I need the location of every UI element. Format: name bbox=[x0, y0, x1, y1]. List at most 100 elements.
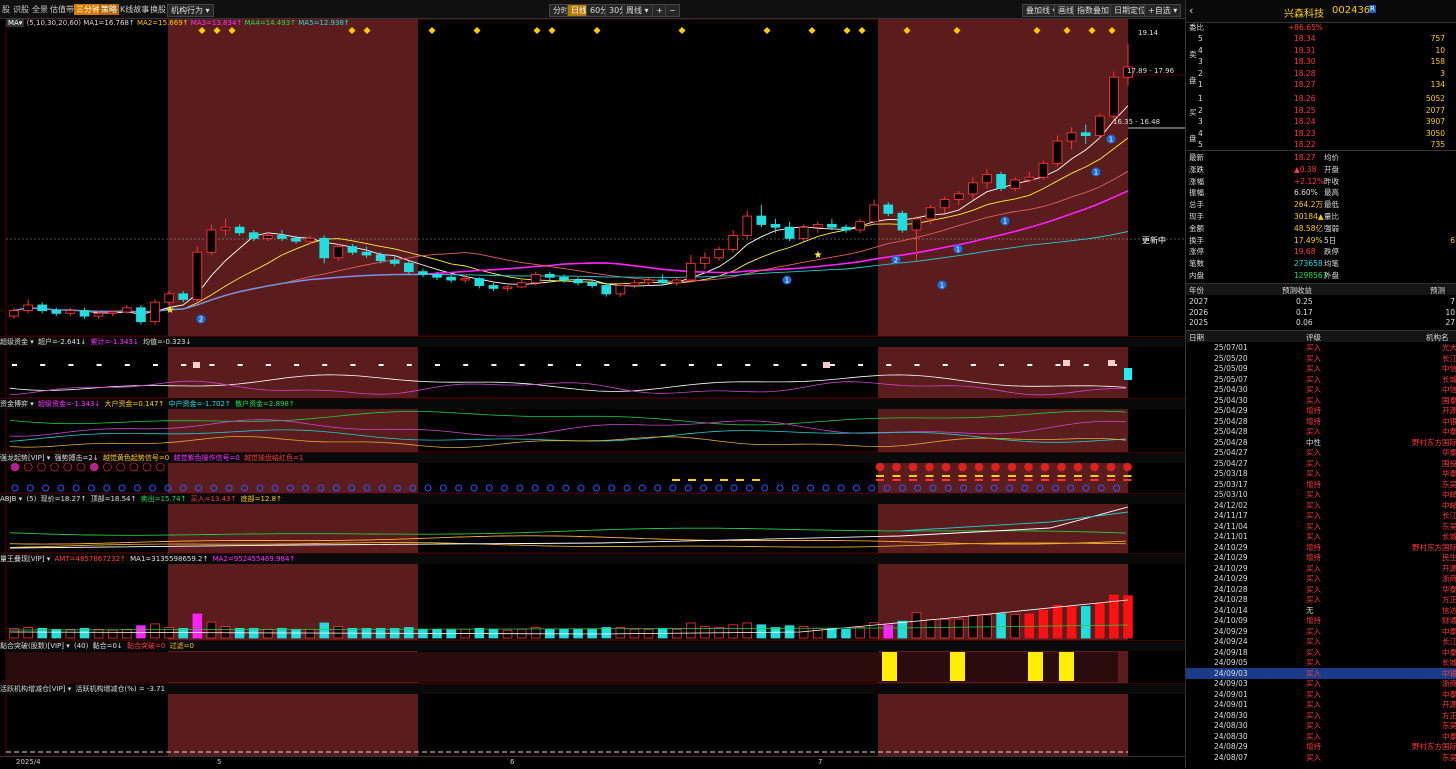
panel-super-fund: 超级资金 ▾ 超户=-2.641↓ 累计=-1.343↓ 均值=-0.323↓ bbox=[0, 336, 1185, 347]
rating-row[interactable]: 25/04/27 买入 国投 bbox=[1186, 458, 1456, 469]
institution-dropdown[interactable]: 机构行为 ▾ bbox=[167, 4, 214, 17]
panel-title[interactable]: 资金博弈 ▾ bbox=[0, 400, 34, 408]
rating-org: 华泰 bbox=[1442, 448, 1456, 457]
rating-value: 买入 bbox=[1306, 563, 1321, 573]
rating-row[interactable]: 24/10/29 买入 开源 bbox=[1186, 563, 1456, 574]
rating-row[interactable]: 24/09/03 买入 浙商 bbox=[1186, 678, 1456, 689]
panel-value: MA2=952455469.984↑ bbox=[212, 555, 296, 563]
rating-row[interactable]: 24/11/01 买入 长城 bbox=[1186, 531, 1456, 542]
tab-panorama[interactable]: 全景 bbox=[32, 4, 48, 15]
rating-row[interactable]: 25/04/28 增持 中银 bbox=[1186, 416, 1456, 427]
rating-value: 买入 bbox=[1306, 500, 1321, 510]
dragon-bar bbox=[1107, 479, 1115, 481]
candle-body bbox=[629, 282, 640, 287]
tab-stock[interactable]: 股 bbox=[2, 4, 10, 15]
ma-params: (5,10,30,20,60) bbox=[26, 19, 82, 27]
rating-date: 24/09/18 bbox=[1214, 647, 1248, 657]
candle-body bbox=[714, 248, 724, 259]
rating-row[interactable]: 24/10/29 增持 民生 bbox=[1186, 552, 1456, 563]
rating-row[interactable]: 25/04/28 中性 野村东方国际 bbox=[1186, 437, 1456, 448]
period-weekly[interactable]: 周线 ▾ bbox=[622, 4, 653, 17]
rating-row[interactable]: 24/11/04 买入 东吴 bbox=[1186, 521, 1456, 532]
rating-date: 25/04/30 bbox=[1214, 395, 1248, 405]
tab-identify[interactable]: 识股 bbox=[13, 4, 29, 15]
tab-valuation[interactable]: 估值带 bbox=[50, 4, 74, 15]
rating-row[interactable]: 24/09/01 买入 中泰 bbox=[1186, 689, 1456, 700]
rating-row[interactable]: 25/07/01 买入 光大 bbox=[1186, 342, 1456, 353]
rating-value: 增持 bbox=[1306, 406, 1321, 415]
rating-row[interactable]: 24/09/29 买入 中泰 bbox=[1186, 626, 1456, 637]
ma5-value: MA5=12.938↑ bbox=[298, 19, 350, 27]
rating-value: 买入 bbox=[1306, 574, 1321, 583]
chart-canvas[interactable]: 2 1 1 1 1 2 1 1 ★ ★ bbox=[0, 0, 1185, 768]
panel-title[interactable]: 量王叠现[VIP] ▾ bbox=[0, 555, 50, 563]
rating-row[interactable]: 24/08/30 买入 东吴 bbox=[1186, 720, 1456, 731]
rating-row[interactable]: 24/11/17 买入 长江 bbox=[1186, 510, 1456, 521]
rating-org: 中信 bbox=[1442, 385, 1456, 394]
panel-title[interactable]: 超级资金 ▾ bbox=[0, 338, 34, 346]
rating-date: 24/08/07 bbox=[1214, 752, 1248, 762]
rating-row[interactable]: 24/09/01 买入 开源 bbox=[1186, 699, 1456, 710]
rating-row[interactable]: 24/08/30 买入 中泰 bbox=[1186, 731, 1456, 742]
ma-menu[interactable]: MA▾ bbox=[6, 19, 25, 27]
back-chevron-icon[interactable]: ‹ bbox=[1189, 4, 1193, 17]
rating-org: 东吴 bbox=[1442, 752, 1456, 762]
panel-title[interactable]: ABJB ▾ bbox=[0, 495, 22, 503]
level-number: 4 bbox=[1198, 128, 1203, 138]
rating-row[interactable]: 25/03/18 买入 华泰 bbox=[1186, 468, 1456, 479]
rating-row[interactable]: 24/09/24 买入 长江 bbox=[1186, 636, 1456, 647]
volume-bar bbox=[150, 623, 160, 639]
rating-row[interactable]: 24/10/28 买入 方正 bbox=[1186, 594, 1456, 605]
rating-row[interactable]: 25/04/27 买入 华泰 bbox=[1186, 447, 1456, 458]
rating-row[interactable]: 25/04/29 增持 开源 bbox=[1186, 405, 1456, 416]
volume-bar bbox=[206, 621, 217, 639]
rating-row[interactable]: 24/12/02 买入 中邮 bbox=[1186, 500, 1456, 511]
dragon-bar bbox=[925, 475, 934, 477]
panel-value: 活跃机构增减仓(%) = -3.71 bbox=[75, 685, 166, 693]
rating-org: 长城 bbox=[1442, 374, 1456, 384]
tab-switch-stock[interactable]: 换股 bbox=[150, 4, 166, 15]
rating-row[interactable]: 24/10/28 买入 华泰 bbox=[1186, 584, 1456, 595]
rating-value: 买入 bbox=[1306, 721, 1321, 730]
rating-value: 买入 bbox=[1306, 521, 1321, 531]
tab-kline-story[interactable]: K线故事 bbox=[120, 4, 149, 15]
volume-bar bbox=[305, 628, 315, 639]
rating-row[interactable]: 24/09/18 买入 中泰 bbox=[1186, 647, 1456, 658]
rating-row[interactable]: 25/05/20 买入 长江 bbox=[1186, 353, 1456, 364]
rating-row[interactable]: 24/10/09 增持 财通 bbox=[1186, 615, 1456, 626]
rating-row[interactable]: 24/10/29 增持 野村东方国际 bbox=[1186, 542, 1456, 553]
rating-value: 买入 bbox=[1306, 385, 1321, 394]
rating-row[interactable]: 25/03/10 买入 中邮 bbox=[1186, 489, 1456, 500]
fund-bar bbox=[1027, 364, 1033, 366]
rating-row[interactable]: 24/10/29 买入 浙商 bbox=[1186, 573, 1456, 584]
add-watchlist-dropdown[interactable]: +自选 ▾ bbox=[1144, 4, 1182, 17]
rating-row[interactable]: 24/08/30 买入 方正 bbox=[1186, 710, 1456, 721]
fund-bar bbox=[858, 364, 864, 366]
panel-value: 越觉紫色操作信号=0 bbox=[173, 454, 240, 462]
fund-bar bbox=[829, 364, 835, 366]
rating-row[interactable]: 25/04/30 买入 国泰 bbox=[1186, 395, 1456, 406]
rating-row[interactable]: 24/08/07 买入 东吴 bbox=[1186, 752, 1456, 763]
x-axis: 2025/4 5 6 7 bbox=[0, 756, 1185, 769]
x-axis-label: 5 bbox=[217, 758, 222, 766]
rating-row[interactable]: 25/03/17 增持 东吴 bbox=[1186, 479, 1456, 490]
tab-strategy[interactable]: 策略 bbox=[99, 4, 119, 15]
rating-row[interactable]: 24/09/03 买入 中银 bbox=[1186, 667, 1456, 679]
candle-body bbox=[305, 237, 315, 242]
rating-org: 长城 bbox=[1442, 658, 1456, 667]
rating-row[interactable]: 25/05/09 买入 中信 bbox=[1186, 363, 1456, 374]
panel-title[interactable]: 黏合突破(股数)[VIP] ▾ bbox=[0, 642, 70, 650]
panel-title[interactable]: 活跃机构增减仓[VIP] ▾ bbox=[0, 685, 71, 693]
rating-row[interactable]: 24/08/29 增持 野村东方国际 bbox=[1186, 741, 1456, 752]
rating-row[interactable]: 25/05/07 买入 长城 bbox=[1186, 374, 1456, 385]
rating-value: 买入 bbox=[1306, 458, 1321, 468]
volume-bar bbox=[1038, 609, 1049, 639]
panel-title[interactable]: 强龙起势[VIP] ▾ bbox=[0, 454, 50, 462]
rating-row[interactable]: 25/04/30 买入 中信 bbox=[1186, 384, 1456, 395]
rating-row[interactable]: 25/04/28 买入 中泰 bbox=[1186, 426, 1456, 437]
rating-row[interactable]: 24/09/05 买入 长城 bbox=[1186, 657, 1456, 668]
rating-row[interactable]: 24/10/14 无 信达 bbox=[1186, 605, 1456, 616]
dragon-bar bbox=[1107, 475, 1115, 477]
zoom-out-button[interactable]: − bbox=[665, 4, 680, 17]
tab-three-minute[interactable]: 三分钟 bbox=[74, 4, 102, 15]
